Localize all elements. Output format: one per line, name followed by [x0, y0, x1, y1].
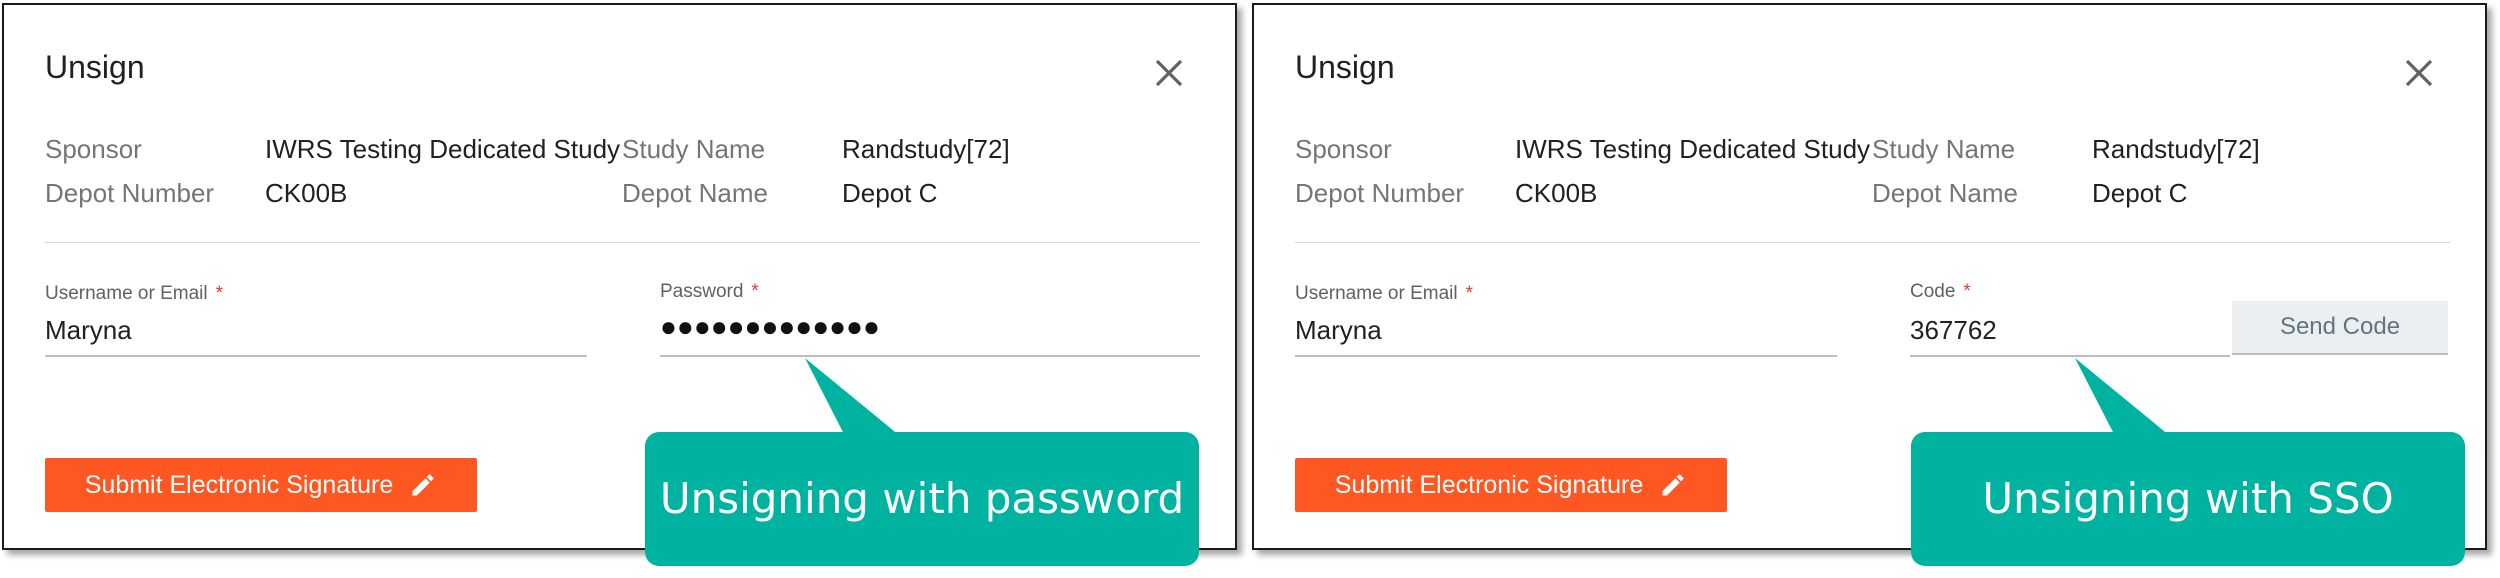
- submit-label: Submit Electronic Signature: [1334, 470, 1644, 499]
- sponsor-value: IWRS Testing Dedicated Study: [265, 134, 621, 164]
- study-name-label: Study Name: [1872, 134, 2016, 164]
- depot-name-value: Depot C: [842, 178, 938, 208]
- submit-signature-button[interactable]: Submit Electronic Signature: [45, 458, 477, 512]
- close-button[interactable]: [1149, 53, 1189, 93]
- code-label: Code: [1910, 281, 1956, 302]
- input-underline: [1295, 355, 1837, 357]
- required-marker: *: [751, 281, 759, 302]
- password-input[interactable]: ●●●●●●●●●●●●●: [660, 311, 880, 343]
- password-label: Password: [660, 281, 744, 302]
- sponsor-label: Sponsor: [1295, 134, 1392, 164]
- depot-name-value: Depot C: [2092, 178, 2188, 208]
- required-marker: *: [215, 283, 224, 304]
- divider: [1295, 242, 2450, 243]
- sponsor-label: Sponsor: [45, 134, 142, 164]
- depot-number-label: Depot Number: [1295, 178, 1465, 208]
- divider: [45, 242, 1200, 243]
- study-name-value: Randstudy[72]: [2092, 134, 2260, 164]
- close-icon: [2405, 59, 2433, 87]
- username-input[interactable]: Maryna: [45, 315, 132, 346]
- depot-number-value: CK00B: [1515, 178, 1598, 208]
- required-marker: *: [1465, 283, 1474, 304]
- sponsor-value: IWRS Testing Dedicated Study: [1515, 134, 1871, 164]
- send-code-button[interactable]: Send Code: [2232, 301, 2448, 355]
- callout-password: Unsigning with password: [645, 432, 1199, 566]
- input-underline: [45, 355, 587, 357]
- username-label: Username or Email: [1295, 283, 1458, 304]
- required-marker: *: [1963, 281, 1971, 302]
- pencil-icon: [412, 474, 434, 496]
- depot-number-label: Depot Number: [45, 178, 215, 208]
- depot-name-label: Depot Name: [1872, 178, 2018, 208]
- input-underline: [660, 355, 1200, 357]
- submit-signature-button[interactable]: Submit Electronic Signature: [1295, 458, 1727, 512]
- depot-name-label: Depot Name: [622, 178, 768, 208]
- close-icon: [1155, 59, 1183, 87]
- dialog-title: Unsign: [45, 49, 145, 85]
- username-label: Username or Email: [45, 283, 208, 304]
- close-button[interactable]: [2399, 53, 2439, 93]
- study-name-value: Randstudy[72]: [842, 134, 1010, 164]
- callout-sso: Unsigning with SSO: [1911, 432, 2465, 566]
- code-input[interactable]: 367762: [1910, 315, 1997, 346]
- dialog-title: Unsign: [1295, 49, 1395, 85]
- study-name-label: Study Name: [622, 134, 766, 164]
- pencil-icon: [1662, 474, 1684, 496]
- submit-label: Submit Electronic Signature: [84, 470, 394, 499]
- depot-number-value: CK00B: [265, 178, 348, 208]
- username-input[interactable]: Maryna: [1295, 315, 1382, 346]
